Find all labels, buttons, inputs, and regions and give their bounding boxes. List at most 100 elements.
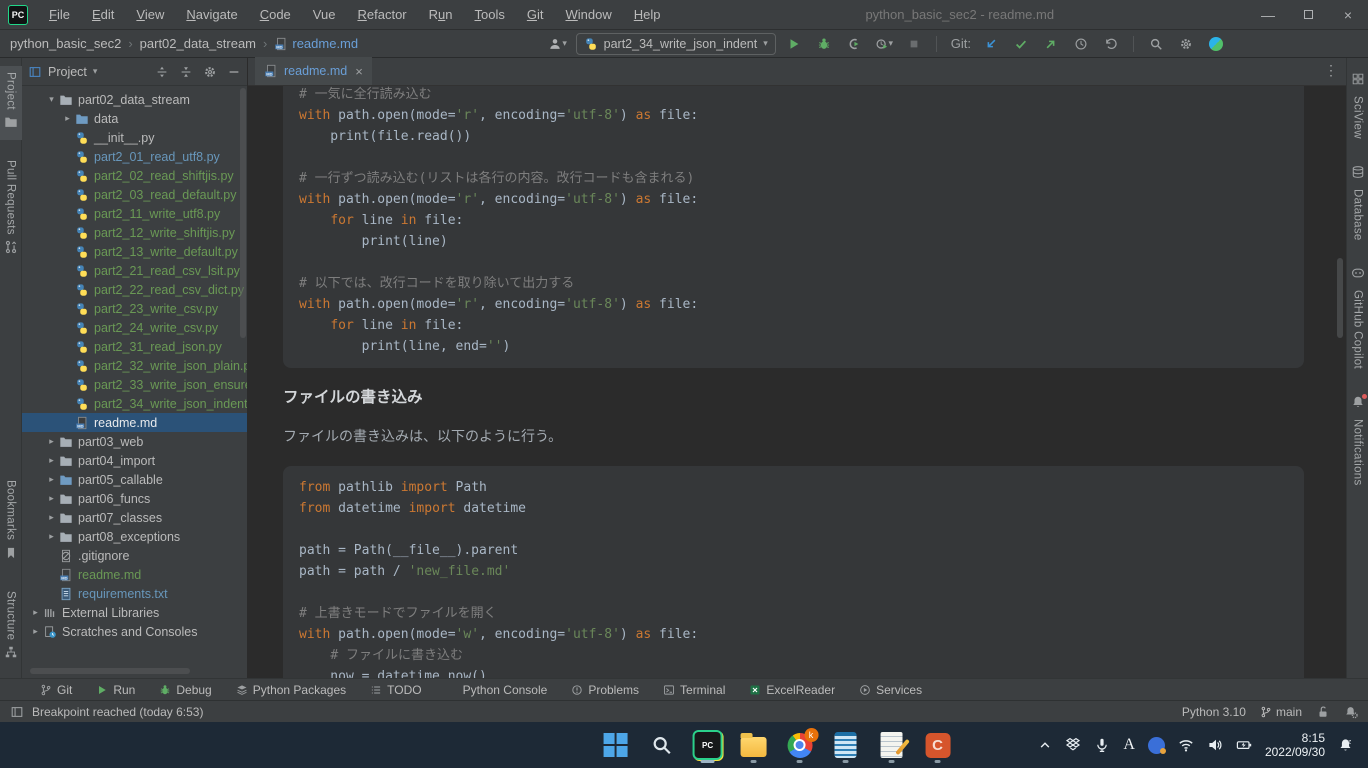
menu-tools[interactable]: Tools (464, 3, 516, 26)
tool-window-quick-access-icon[interactable] (10, 705, 24, 719)
tree-expand-arrow[interactable]: ▸ (44, 512, 59, 523)
toolwindow-terminal[interactable]: Terminal (653, 679, 735, 700)
menu-code[interactable]: Code (249, 3, 302, 26)
tree-item[interactable]: part2_02_read_shiftjis.py (22, 166, 247, 185)
tree-item[interactable]: part2_13_write_default.py (22, 242, 247, 261)
tree-item[interactable]: ▸part06_funcs (22, 489, 247, 508)
tree-item[interactable]: ▸data (22, 109, 247, 128)
breadcrumb-item[interactable]: part02_data_stream (140, 36, 256, 51)
run-configuration-select[interactable]: part2_34_write_json_indent ▾ (576, 33, 776, 55)
tree-item[interactable]: part2_01_read_utf8.py (22, 147, 247, 166)
tree-item[interactable]: requirements.txt (22, 584, 247, 603)
breadcrumb-item[interactable]: readme.md (274, 36, 358, 51)
tree-expand-arrow[interactable]: ▸ (28, 607, 43, 618)
tree-item[interactable]: ▸External Libraries (22, 603, 247, 622)
taskbar-chrome-icon[interactable]: k (783, 725, 817, 765)
tree-item[interactable]: part2_22_read_csv_dict.py (22, 280, 247, 299)
tree-item[interactable]: ▾part02_data_stream (22, 90, 247, 109)
tree-item[interactable]: ▸part07_classes (22, 508, 247, 527)
taskbar-notepad-icon[interactable] (829, 725, 863, 765)
select-opened-file-icon[interactable] (155, 65, 169, 79)
tree-expand-arrow[interactable]: ▸ (44, 474, 59, 485)
menu-edit[interactable]: Edit (81, 3, 125, 26)
taskbar-notes-icon[interactable] (875, 725, 909, 765)
stripe-tab-github-copilot[interactable]: GitHub Copilot (1347, 260, 1368, 375)
close-button[interactable]: × (1328, 0, 1368, 29)
tree-expand-arrow[interactable]: ▸ (44, 531, 59, 542)
taskbar-clock[interactable]: 8:15 2022/09/30 (1265, 731, 1325, 759)
toolwindow-debug[interactable]: Debug (149, 679, 221, 700)
git-push-button[interactable] (1039, 33, 1063, 55)
tree-item[interactable]: part2_31_read_json.py (22, 337, 247, 356)
menu-window[interactable]: Window (555, 3, 623, 26)
tree-item[interactable]: .gitignore (22, 546, 247, 565)
rollback-button[interactable] (1099, 33, 1123, 55)
tree-expand-arrow[interactable]: ▸ (28, 626, 43, 637)
toolwindow-problems[interactable]: Problems (561, 679, 649, 700)
menu-git[interactable]: Git (516, 3, 555, 26)
editor-scrollbar[interactable] (1337, 258, 1343, 338)
tree-item[interactable]: part2_12_write_shiftjis.py (22, 223, 247, 242)
tree-item[interactable]: ▸part08_exceptions (22, 527, 247, 546)
tree-item[interactable]: ▸Scratches and Consoles (22, 622, 247, 641)
breadcrumb-item[interactable]: python_basic_sec2 (10, 36, 121, 51)
tree-item[interactable]: part2_33_write_json_ensure_ (22, 375, 247, 394)
git-update-button[interactable] (979, 33, 1003, 55)
search-everywhere-icon[interactable] (1144, 33, 1168, 55)
tab-close-icon[interactable]: × (355, 64, 363, 79)
tree-item[interactable]: ▸part03_web (22, 432, 247, 451)
menu-navigate[interactable]: Navigate (175, 3, 248, 26)
tree-expand-arrow[interactable]: ▸ (60, 113, 75, 124)
tree-expand-arrow[interactable]: ▸ (44, 493, 59, 504)
tree-item[interactable]: __init__.py (22, 128, 247, 147)
tree-item[interactable]: readme.md (22, 413, 247, 432)
toolwindow-python-packages[interactable]: Python Packages (226, 679, 356, 700)
taskbar-camtasia-icon[interactable]: C (921, 725, 955, 765)
tree-item[interactable]: part2_21_read_csv_lsit.py (22, 261, 247, 280)
editor-options-icon[interactable]: ⋮ (1324, 62, 1346, 85)
tree-expand-arrow[interactable]: ▸ (44, 436, 59, 447)
toolwindow-git[interactable]: Git (30, 679, 82, 700)
tree-item[interactable]: part2_11_write_utf8.py (22, 204, 247, 223)
tree-item[interactable]: ▸part05_callable (22, 470, 247, 489)
tree-collapse-arrow[interactable]: ▾ (44, 94, 59, 105)
toolwindow-python-console[interactable]: Python Console (436, 679, 558, 700)
taskbar-explorer-icon[interactable] (737, 725, 771, 765)
profile-user-icon[interactable]: ▾ (546, 33, 570, 55)
maximize-button[interactable] (1288, 0, 1328, 29)
tree-item[interactable]: ▸part04_import (22, 451, 247, 470)
toolwindow-excelreader[interactable]: ExcelReader (739, 679, 845, 700)
taskbar-pycharm-icon[interactable]: PC (691, 725, 725, 765)
taskbar-search-icon[interactable] (645, 725, 679, 765)
git-commit-button[interactable] (1009, 33, 1033, 55)
stripe-tab-sciview[interactable]: SciView (1347, 66, 1368, 145)
tree-item[interactable]: part2_23_write_csv.py (22, 299, 247, 318)
toolwindow-run[interactable]: Run (86, 679, 145, 700)
microphone-icon[interactable] (1094, 737, 1110, 753)
wifi-icon[interactable] (1178, 737, 1194, 753)
menu-view[interactable]: View (125, 3, 175, 26)
event-log-icon[interactable] (1344, 705, 1358, 719)
project-vertical-scrollbar[interactable] (240, 88, 246, 338)
debug-button[interactable] (812, 33, 836, 55)
hide-panel-icon[interactable] (227, 65, 241, 79)
toolwindow-services[interactable]: Services (849, 679, 932, 700)
menu-file[interactable]: File (38, 3, 81, 26)
menu-help[interactable]: Help (623, 3, 672, 26)
stripe-tab-project[interactable]: Project (0, 66, 22, 140)
battery-icon[interactable] (1236, 737, 1252, 753)
project-horizontal-scrollbar[interactable] (30, 668, 190, 674)
panel-settings-gear-icon[interactable] (203, 65, 217, 79)
volume-icon[interactable] (1207, 737, 1223, 753)
python-interpreter-selector[interactable]: Python 3.10 (1182, 705, 1246, 719)
focus-assist-bell-icon[interactable] (1338, 737, 1354, 753)
project-view-select[interactable]: Project ▾ (28, 65, 97, 79)
stop-button[interactable] (902, 33, 926, 55)
stripe-tab-structure[interactable]: Structure (0, 585, 22, 670)
tree-expand-arrow[interactable]: ▸ (44, 455, 59, 466)
tree-item[interactable]: part2_24_write_csv.py (22, 318, 247, 337)
minimize-button[interactable]: — (1248, 0, 1288, 29)
menu-refactor[interactable]: Refactor (346, 3, 417, 26)
lock-icon[interactable] (1316, 705, 1330, 719)
profiler-button[interactable]: ▾ (872, 33, 896, 55)
